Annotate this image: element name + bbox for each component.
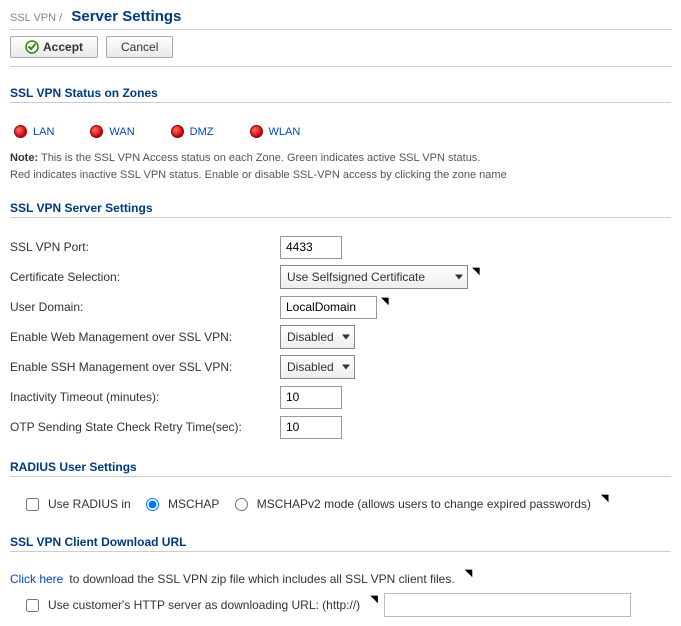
zone-status-row: LAN WAN DMZ WLAN (10, 125, 671, 138)
chevron-down-icon (342, 365, 350, 370)
zone-dmz[interactable]: DMZ (171, 125, 214, 138)
divider (10, 476, 671, 477)
note-label: Note: (10, 152, 38, 164)
web-mgmt-label: Enable Web Management over SSL VPN: (10, 330, 280, 344)
marker-icon: ◥ (465, 568, 473, 579)
marker-icon: ◥ (381, 296, 389, 307)
status-dot-icon (90, 125, 103, 138)
cancel-button[interactable]: Cancel (106, 36, 173, 58)
server-section-title: SSL VPN Server Settings (10, 201, 671, 215)
ssh-mgmt-value: Disabled (287, 360, 334, 374)
marker-icon: ◥ (370, 594, 378, 605)
zone-wlan[interactable]: WLAN (250, 125, 301, 138)
inactivity-label: Inactivity Timeout (minutes): (10, 390, 280, 404)
inactivity-input[interactable] (280, 386, 342, 409)
zone-lan[interactable]: LAN (14, 125, 54, 138)
domain-input[interactable] (280, 296, 377, 319)
mschapv2-radio[interactable] (235, 498, 248, 511)
otp-input[interactable] (280, 416, 342, 439)
cert-label: Certificate Selection: (10, 270, 280, 284)
breadcrumb: SSL VPN / Server Settings (10, 8, 671, 27)
note-line1: This is the SSL VPN Access status on eac… (41, 152, 480, 164)
check-circle-icon (25, 40, 39, 54)
http-server-label: Use customer's HTTP server as downloadin… (48, 598, 360, 612)
use-radius-checkbox[interactable] (26, 498, 39, 511)
ssl-port-input[interactable] (280, 236, 342, 259)
cert-select[interactable]: Use Selfsigned Certificate (280, 265, 468, 289)
marker-icon: ◥ (601, 493, 609, 504)
web-mgmt-value: Disabled (287, 330, 334, 344)
accept-button[interactable]: Accept (10, 36, 98, 58)
divider (10, 102, 671, 103)
web-mgmt-select[interactable]: Disabled (280, 325, 355, 349)
mschap-label: MSCHAP (168, 497, 219, 511)
radius-section-title: RADIUS User Settings (10, 460, 671, 474)
otp-label: OTP Sending State Check Retry Time(sec): (10, 420, 280, 434)
marker-icon: ◥ (472, 266, 480, 277)
zone-label: DMZ (190, 126, 214, 138)
zone-label: LAN (33, 126, 54, 138)
use-radius-label: Use RADIUS in (48, 497, 131, 511)
chevron-down-icon (342, 335, 350, 340)
divider (10, 217, 671, 218)
cert-value: Use Selfsigned Certificate (287, 270, 425, 284)
download-link[interactable]: Click here (10, 572, 63, 586)
zone-label: WAN (109, 126, 134, 138)
page-title: Server Settings (71, 8, 181, 25)
accept-label: Accept (43, 40, 83, 54)
chevron-down-icon (455, 275, 463, 280)
toolbar: Accept Cancel (10, 36, 671, 58)
divider (10, 551, 671, 552)
http-url-input[interactable] (384, 593, 631, 617)
ssh-mgmt-label: Enable SSH Management over SSL VPN: (10, 360, 280, 374)
domain-label: User Domain: (10, 300, 280, 314)
zone-wan[interactable]: WAN (90, 125, 134, 138)
status-dot-icon (250, 125, 263, 138)
zones-note: Note: This is the SSL VPN Access status … (10, 150, 671, 183)
breadcrumb-parent: SSL VPN / (10, 12, 62, 24)
mschap-radio[interactable] (146, 498, 159, 511)
status-dot-icon (171, 125, 184, 138)
divider (10, 66, 671, 68)
download-section-title: SSL VPN Client Download URL (10, 535, 671, 549)
mschapv2-label: MSCHAPv2 mode (allows users to change ex… (257, 497, 591, 511)
note-line2: Red indicates inactive SSL VPN status. E… (10, 169, 507, 181)
divider (10, 29, 671, 30)
download-text: to download the SSL VPN zip file which i… (69, 572, 454, 586)
status-dot-icon (14, 125, 27, 138)
cancel-label: Cancel (121, 40, 158, 54)
ssl-port-label: SSL VPN Port: (10, 240, 280, 254)
zone-label: WLAN (269, 126, 301, 138)
http-server-checkbox[interactable] (26, 599, 39, 612)
zones-section-title: SSL VPN Status on Zones (10, 86, 671, 100)
ssh-mgmt-select[interactable]: Disabled (280, 355, 355, 379)
